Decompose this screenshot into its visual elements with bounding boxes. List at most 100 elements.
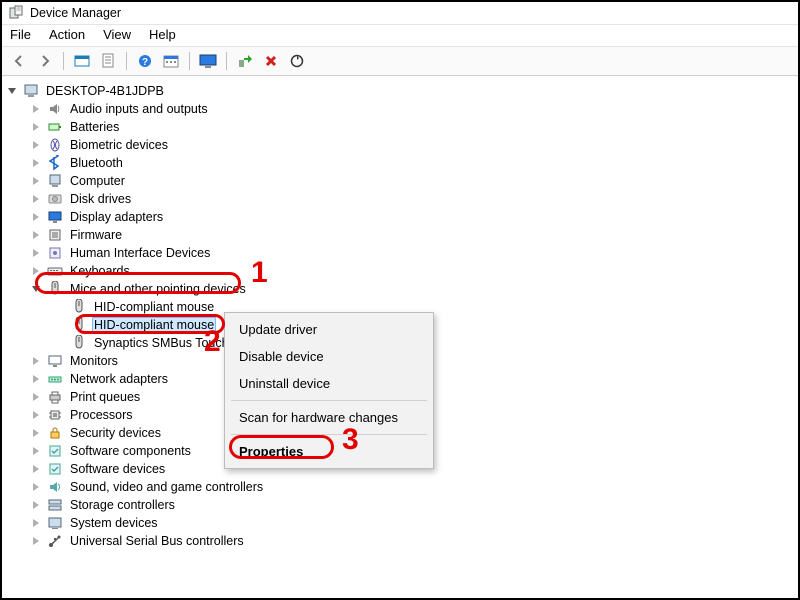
expand-arrow-icon[interactable] xyxy=(30,499,42,511)
context-menu-separator xyxy=(231,400,427,401)
expand-arrow-icon[interactable] xyxy=(6,85,18,97)
monitor-icon xyxy=(47,353,63,369)
tree-category[interactable]: Disk drives xyxy=(6,190,794,208)
context-properties[interactable]: Properties xyxy=(225,438,433,465)
pc-icon xyxy=(47,173,63,189)
back-button[interactable] xyxy=(8,50,30,72)
tree-category[interactable]: Mice and other pointing devices xyxy=(6,280,794,298)
tree-category[interactable]: Storage controllers xyxy=(6,496,794,514)
tree-category[interactable]: Display adapters xyxy=(6,208,794,226)
audio-icon xyxy=(47,101,63,117)
tree-category[interactable]: Firmware xyxy=(6,226,794,244)
security-icon xyxy=(47,425,63,441)
expand-arrow-icon[interactable] xyxy=(30,247,42,259)
expand-arrow-icon[interactable] xyxy=(30,409,42,421)
menu-help[interactable]: Help xyxy=(149,27,176,42)
tree-category[interactable]: Human Interface Devices xyxy=(6,244,794,262)
tree-category[interactable]: Audio inputs and outputs xyxy=(6,100,794,118)
category-label: Computer xyxy=(68,174,127,188)
software-icon xyxy=(47,443,63,459)
device-label: HID-compliant mouse xyxy=(92,300,216,314)
forward-button[interactable] xyxy=(34,50,56,72)
toolbar-separator xyxy=(63,52,64,70)
category-label: Audio inputs and outputs xyxy=(68,102,210,116)
category-label: Network adapters xyxy=(68,372,170,386)
keyboard-icon xyxy=(47,263,63,279)
context-disable-device[interactable]: Disable device xyxy=(225,343,433,370)
tree-root[interactable]: DESKTOP-4B1JDPB xyxy=(6,82,794,100)
category-label: Software components xyxy=(68,444,193,458)
enable-icon[interactable] xyxy=(234,50,256,72)
expand-arrow-icon[interactable] xyxy=(30,391,42,403)
battery-icon xyxy=(47,119,63,135)
expand-arrow-icon[interactable] xyxy=(30,517,42,529)
tree-category[interactable]: Biometric devices xyxy=(6,136,794,154)
menubar: File Action View Help xyxy=(2,25,798,47)
mouse-icon xyxy=(71,335,87,351)
calendar-icon[interactable] xyxy=(160,50,182,72)
expand-arrow-icon[interactable] xyxy=(30,481,42,493)
tree-category[interactable]: Batteries xyxy=(6,118,794,136)
menu-view[interactable]: View xyxy=(103,27,131,42)
finger-icon xyxy=(47,137,63,153)
expand-arrow-icon[interactable] xyxy=(30,355,42,367)
tree-category[interactable]: Sound, video and game controllers xyxy=(6,478,794,496)
expand-arrow-icon[interactable] xyxy=(30,157,42,169)
disable-icon[interactable] xyxy=(260,50,282,72)
expand-arrow-icon[interactable] xyxy=(30,373,42,385)
hid-icon xyxy=(47,245,63,261)
software-icon xyxy=(47,461,63,477)
computer-icon xyxy=(23,83,39,99)
toolbar-separator xyxy=(126,52,127,70)
context-uninstall-device[interactable]: Uninstall device xyxy=(225,370,433,397)
display-icon[interactable] xyxy=(197,50,219,72)
expand-arrow-icon[interactable] xyxy=(30,103,42,115)
tree-category[interactable]: Bluetooth xyxy=(6,154,794,172)
tree-category[interactable]: Keyboards xyxy=(6,262,794,280)
expand-arrow-icon[interactable] xyxy=(30,445,42,457)
menu-file[interactable]: File xyxy=(10,27,31,42)
expand-arrow-icon[interactable] xyxy=(30,211,42,223)
expand-arrow-icon[interactable] xyxy=(30,463,42,475)
menu-action[interactable]: Action xyxy=(49,27,85,42)
usb-icon xyxy=(47,533,63,549)
collapse-arrow-icon[interactable] xyxy=(30,283,42,295)
toolbar-separator xyxy=(226,52,227,70)
category-label: System devices xyxy=(68,516,160,530)
category-label: Storage controllers xyxy=(68,498,177,512)
category-label: Firmware xyxy=(68,228,124,242)
category-label: Biometric devices xyxy=(68,138,170,152)
titlebar: Device Manager xyxy=(2,2,798,25)
context-scan[interactable]: Scan for hardware changes xyxy=(225,404,433,431)
category-label: Sound, video and game controllers xyxy=(68,480,265,494)
tree-category[interactable]: Universal Serial Bus controllers xyxy=(6,532,794,550)
tree-category[interactable]: Computer xyxy=(6,172,794,190)
device-label: HID-compliant mouse xyxy=(92,317,216,333)
context-menu-separator xyxy=(231,434,427,435)
expand-arrow-icon[interactable] xyxy=(30,193,42,205)
svg-text:?: ? xyxy=(142,57,148,68)
category-label: Mice and other pointing devices xyxy=(68,282,248,296)
expand-arrow-icon[interactable] xyxy=(30,427,42,439)
expand-arrow-icon[interactable] xyxy=(30,535,42,547)
printer-icon xyxy=(47,389,63,405)
root-label: DESKTOP-4B1JDPB xyxy=(44,84,166,98)
category-label: Processors xyxy=(68,408,135,422)
network-icon xyxy=(47,371,63,387)
context-menu: Update driver Disable device Uninstall d… xyxy=(224,312,434,469)
show-hidden-icon[interactable] xyxy=(71,50,93,72)
device-label: Synaptics SMBus Touch xyxy=(92,336,231,350)
expand-arrow-icon[interactable] xyxy=(30,121,42,133)
tree-category[interactable]: System devices xyxy=(6,514,794,532)
expand-arrow-icon[interactable] xyxy=(30,139,42,151)
expand-arrow-icon[interactable] xyxy=(30,175,42,187)
help-icon[interactable]: ? xyxy=(134,50,156,72)
sound-icon xyxy=(47,479,63,495)
expand-arrow-icon[interactable] xyxy=(30,265,42,277)
system-icon xyxy=(47,515,63,531)
expand-arrow-icon[interactable] xyxy=(30,229,42,241)
properties-icon[interactable] xyxy=(97,50,119,72)
category-label: Monitors xyxy=(68,354,120,368)
context-update-driver[interactable]: Update driver xyxy=(225,316,433,343)
refresh-icon[interactable] xyxy=(286,50,308,72)
